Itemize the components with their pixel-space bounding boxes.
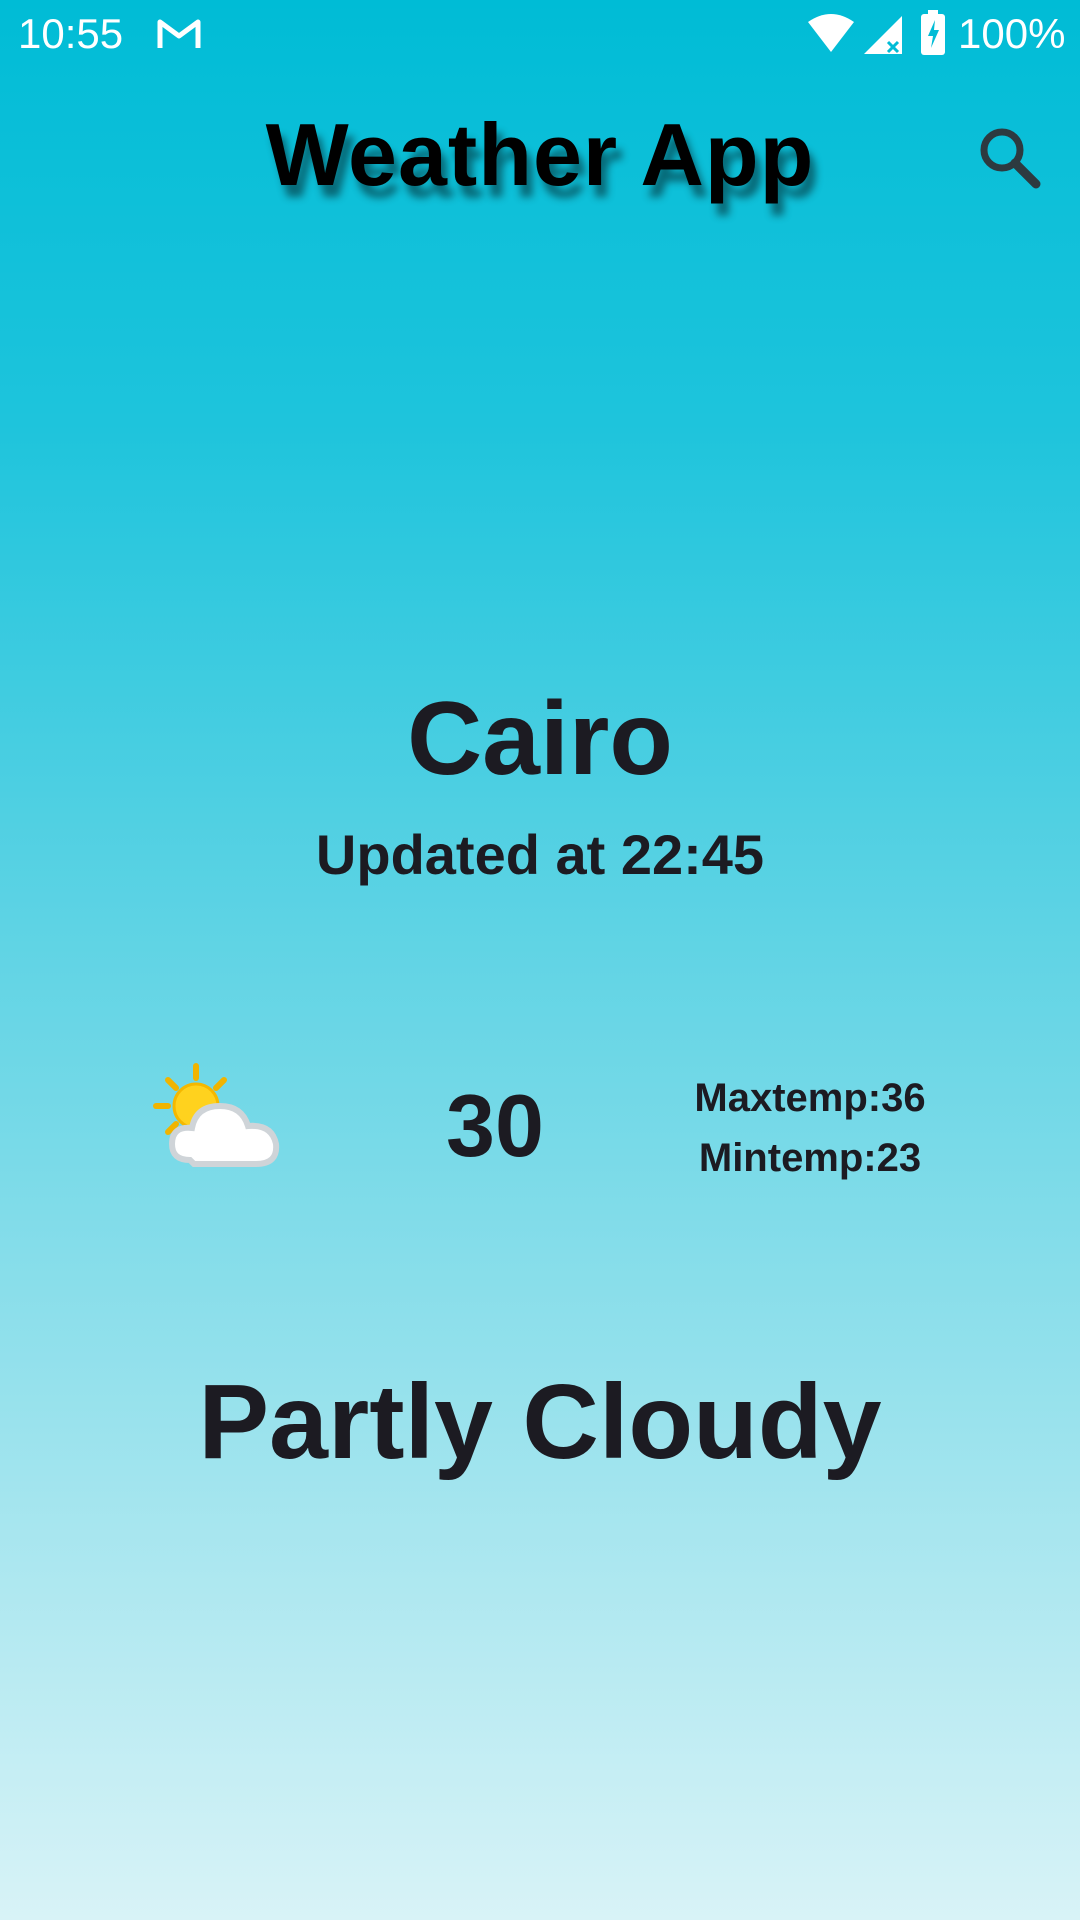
- city-name: Cairo: [407, 681, 673, 797]
- app-bar: Weather App: [0, 72, 1080, 232]
- max-temp: Maxtemp:36: [694, 1076, 926, 1120]
- status-bar: 10:55 100%: [0, 0, 1080, 72]
- wifi-icon: [808, 14, 854, 52]
- temperature: 30: [446, 1076, 544, 1175]
- updated-time: Updated at 22:45: [315, 823, 765, 886]
- app-title: Weather App: [265, 105, 815, 204]
- battery-icon: [921, 10, 945, 55]
- signal-icon: [864, 16, 902, 54]
- battery-percentage: 100%: [958, 10, 1066, 57]
- weather-condition: Partly Cloudy: [198, 1363, 882, 1481]
- gmail-icon: [157, 19, 201, 48]
- search-icon[interactable]: [974, 122, 1044, 192]
- min-temp: Mintemp:23: [698, 1136, 922, 1180]
- partly-cloudy-icon: [153, 1063, 280, 1167]
- status-time: 10:55: [18, 10, 124, 57]
- min-max-temps: Maxtemp:36 Mintemp:23: [660, 1068, 960, 1188]
